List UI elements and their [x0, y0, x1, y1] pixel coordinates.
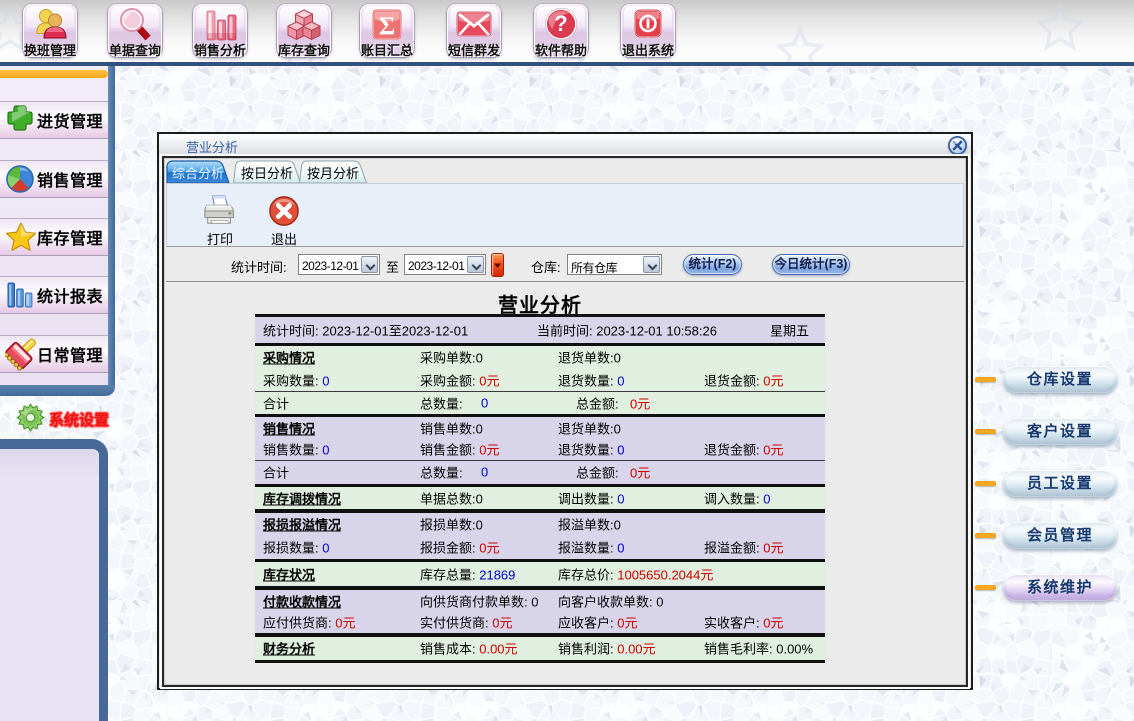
svg-text:?: ? — [554, 11, 567, 36]
svg-text:按月分析: 按月分析 — [307, 166, 359, 181]
svg-text:按日分析: 按日分析 — [241, 166, 293, 181]
svg-text:综合分析: 综合分析 — [172, 166, 224, 181]
svg-text:Σ: Σ — [379, 13, 395, 40]
